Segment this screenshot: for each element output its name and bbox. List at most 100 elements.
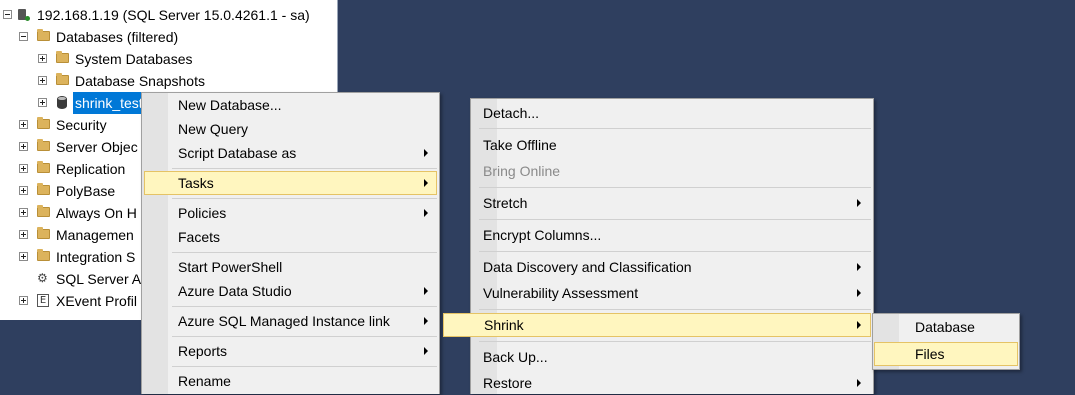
folder-icon [37, 139, 50, 151]
menu-item-label: Back Up... [483, 349, 548, 365]
tree-label: Integration S [56, 249, 136, 265]
menu-item-label: Take Offline [483, 137, 557, 153]
tree-label: Server Objec [56, 139, 138, 155]
menu-item-stretch[interactable]: Stretch [473, 191, 871, 215]
menu-separator [479, 128, 871, 129]
xevent-icon: E [37, 294, 49, 307]
menu-item-label: Script Database as [178, 145, 297, 161]
context-menu-database: New Database... New Query Script Databas… [141, 92, 440, 394]
menu-separator [172, 168, 437, 169]
chevron-right-icon [857, 199, 861, 207]
menu-item-back-up[interactable]: Back Up... [473, 345, 871, 369]
menu-item-label: Shrink [484, 317, 524, 333]
tree-node-database-snapshots[interactable]: Database Snapshots [0, 70, 337, 92]
menu-item-label: Azure SQL Managed Instance link [178, 313, 390, 329]
agent-icon: ⚙ [37, 271, 48, 285]
folder-icon [56, 73, 69, 85]
menu-separator [172, 336, 437, 337]
tree-node-server[interactable]: 192.168.1.19 (SQL Server 15.0.4261.1 - s… [0, 4, 337, 26]
menu-separator [479, 187, 871, 188]
chevron-right-icon [857, 263, 861, 271]
tree-label: Always On H [56, 205, 137, 221]
chevron-right-icon [857, 289, 861, 297]
menu-item-policies[interactable]: Policies [144, 201, 437, 225]
menu-item-encrypt-columns[interactable]: Encrypt Columns... [473, 223, 871, 247]
menu-item-new-query[interactable]: New Query [144, 117, 437, 141]
menu-item-bring-online[interactable]: Bring Online [473, 159, 871, 183]
menu-item-rename[interactable]: Rename [144, 369, 437, 393]
expand-toggle-icon[interactable] [38, 54, 47, 63]
folder-icon [37, 205, 50, 217]
menu-item-tasks[interactable]: Tasks [144, 171, 437, 195]
menu-separator [172, 306, 437, 307]
tree-node-system-databases[interactable]: System Databases [0, 48, 337, 70]
expand-toggle-icon[interactable] [19, 296, 28, 305]
menu-item-restore[interactable]: Restore [473, 371, 871, 395]
menu-item-label: Detach... [483, 105, 540, 121]
expand-toggle-icon[interactable] [38, 76, 47, 85]
menu-item-label: Start PowerShell [178, 259, 283, 275]
tree-node-databases[interactable]: Databases (filtered) [0, 26, 337, 48]
menu-item-facets[interactable]: Facets [144, 225, 437, 249]
expand-toggle-icon[interactable] [38, 98, 47, 107]
chevron-right-icon [424, 179, 428, 187]
menu-item-start-powershell[interactable]: Start PowerShell [144, 255, 437, 279]
menu-item-label: Stretch [483, 195, 528, 211]
context-menu-shrink: Database Files [872, 313, 1020, 370]
tree-label: 192.168.1.19 (SQL Server 15.0.4261.1 - s… [37, 7, 310, 23]
menu-item-shrink-database[interactable]: Database [875, 315, 1017, 339]
expand-toggle-icon[interactable] [19, 142, 28, 151]
collapse-toggle-icon[interactable] [19, 32, 28, 41]
chevron-right-icon [857, 379, 861, 387]
tree-label-selected: shrink_test [73, 92, 145, 114]
expand-toggle-icon[interactable] [19, 252, 28, 261]
chevron-right-icon [424, 347, 428, 355]
expand-toggle-icon[interactable] [19, 164, 28, 173]
menu-item-script-database-as[interactable]: Script Database as [144, 141, 437, 165]
chevron-right-icon [424, 209, 428, 217]
server-icon [16, 7, 30, 22]
expand-toggle-icon[interactable] [19, 120, 28, 129]
folder-icon [37, 117, 50, 129]
folder-icon [37, 29, 50, 41]
tree-label: Security [56, 117, 107, 133]
menu-item-shrink[interactable]: Shrink [443, 313, 871, 337]
menu-item-data-discovery[interactable]: Data Discovery and Classification [473, 255, 871, 279]
menu-item-label: Azure Data Studio [178, 283, 292, 299]
menu-item-take-offline[interactable]: Take Offline [473, 133, 871, 157]
folder-icon [37, 227, 50, 239]
menu-item-azure-data-studio[interactable]: Azure Data Studio [144, 279, 437, 303]
menu-item-shrink-files[interactable]: Files [874, 342, 1018, 366]
menu-item-azure-sql-mi-link[interactable]: Azure SQL Managed Instance link [144, 309, 437, 333]
menu-item-label: Files [915, 346, 945, 362]
chevron-right-icon [424, 149, 428, 157]
menu-item-reports[interactable]: Reports [144, 339, 437, 363]
menu-item-label: Vulnerability Assessment [483, 285, 639, 301]
menu-separator [172, 252, 437, 253]
menu-item-label: Data Discovery and Classification [483, 259, 692, 275]
menu-item-label: Database [915, 319, 975, 335]
expand-toggle-icon[interactable] [19, 230, 28, 239]
chevron-right-icon [857, 321, 861, 329]
menu-item-label: New Database... [178, 97, 282, 113]
menu-item-vulnerability-assessment[interactable]: Vulnerability Assessment [473, 281, 871, 305]
menu-item-label: Tasks [178, 175, 214, 191]
menu-item-label: Policies [178, 205, 227, 221]
tree-label: Replication [56, 161, 126, 177]
folder-icon [37, 183, 50, 195]
menu-item-new-database[interactable]: New Database... [144, 93, 437, 117]
menu-item-detach[interactable]: Detach... [473, 101, 871, 125]
menu-item-label: Facets [178, 229, 221, 245]
menu-separator [172, 366, 437, 367]
folder-icon [56, 51, 69, 63]
tree-label: System Databases [75, 51, 193, 67]
menu-separator [479, 219, 871, 220]
collapse-toggle-icon[interactable] [3, 10, 12, 19]
menu-separator [172, 198, 437, 199]
menu-item-label: Restore [483, 375, 533, 391]
menu-item-label: Rename [178, 373, 231, 389]
expand-toggle-icon[interactable] [19, 186, 28, 195]
tree-label: XEvent Profil [56, 293, 137, 309]
folder-icon [37, 249, 50, 261]
expand-toggle-icon[interactable] [19, 208, 28, 217]
